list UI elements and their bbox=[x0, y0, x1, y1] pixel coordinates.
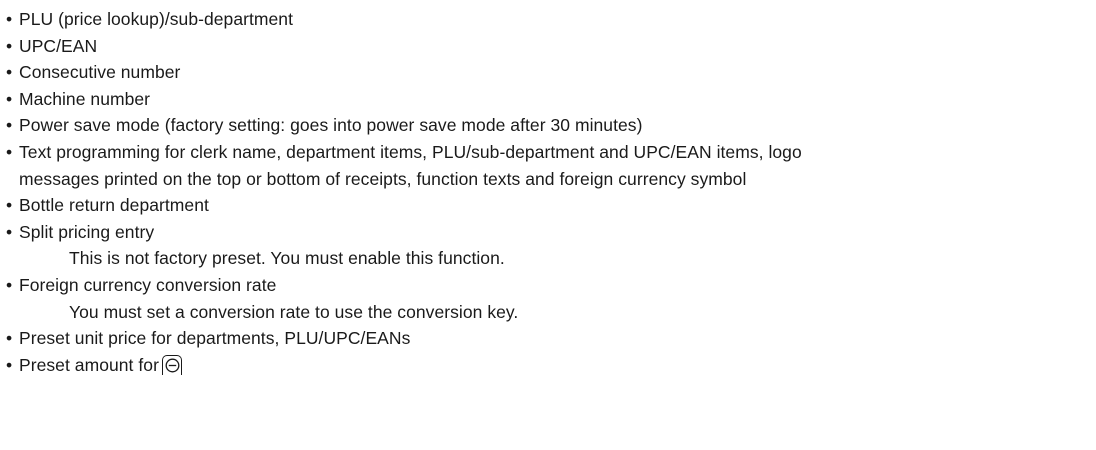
bullet: • bbox=[6, 115, 13, 136]
note-text: This is not factory preset. You must ena… bbox=[69, 248, 505, 269]
item-text: Bottle return department bbox=[19, 195, 209, 216]
note-text: You must set a conversion rate to use th… bbox=[69, 301, 519, 322]
bullet: • bbox=[6, 221, 13, 242]
item-text: UPC/EAN bbox=[19, 35, 98, 56]
bullet: • bbox=[6, 62, 13, 83]
list-item: • Foreign currency conversion rate bbox=[6, 272, 1086, 299]
bullet: • bbox=[6, 141, 13, 162]
item-text: Consecutive number bbox=[19, 62, 181, 83]
feature-list: • PLU (price lookup)/sub-department • UPC/… bbox=[6, 6, 1086, 378]
item-text: messages printed on the top or bottom of… bbox=[19, 168, 747, 189]
bullet: • bbox=[6, 35, 13, 56]
list-item: • Text programming for clerk name, depart… bbox=[6, 139, 1086, 166]
item-text: Split pricing entry bbox=[19, 221, 155, 242]
list-item-note: You must set a conversion rate to use th… bbox=[6, 299, 1086, 326]
bullet: • bbox=[6, 328, 13, 349]
minus-circle-icon bbox=[165, 358, 180, 373]
list-item: • UPC/EAN bbox=[6, 33, 1086, 60]
bullet: • bbox=[6, 195, 13, 216]
list-item: • PLU (price lookup)/sub-department bbox=[6, 6, 1086, 33]
item-text: Text programming for clerk name, departm… bbox=[19, 141, 802, 162]
item-text: Machine number bbox=[19, 88, 151, 109]
bullet: • bbox=[6, 9, 13, 29]
list-item: • Consecutive number bbox=[6, 59, 1086, 86]
list-item: • Machine number bbox=[6, 86, 1086, 113]
item-text: Preset amount for bbox=[19, 354, 159, 375]
item-text: Preset unit price for departments, PLU/U… bbox=[19, 328, 411, 349]
list-item: • Split pricing entry bbox=[6, 219, 1086, 246]
list-item: • Power save mode (factory setting: goes … bbox=[6, 112, 1086, 139]
bullet: • bbox=[6, 354, 13, 375]
item-text: Foreign currency conversion rate bbox=[19, 274, 277, 295]
list-item: • Bottle return department bbox=[6, 192, 1086, 219]
list-item-note: This is not factory preset. You must ena… bbox=[6, 245, 1086, 272]
item-text: PLU (price lookup)/sub-department bbox=[19, 9, 294, 29]
minus-key-icon bbox=[161, 354, 182, 375]
bullet: • bbox=[6, 88, 13, 109]
item-text: Power save mode (factory setting: goes i… bbox=[19, 115, 643, 136]
list-item: • Preset amount for bbox=[6, 352, 1086, 379]
list-item-continuation: messages printed on the top or bottom of… bbox=[6, 166, 1086, 193]
list-item: • Preset unit price for departments, PLU/… bbox=[6, 325, 1086, 352]
bullet: • bbox=[6, 274, 13, 295]
